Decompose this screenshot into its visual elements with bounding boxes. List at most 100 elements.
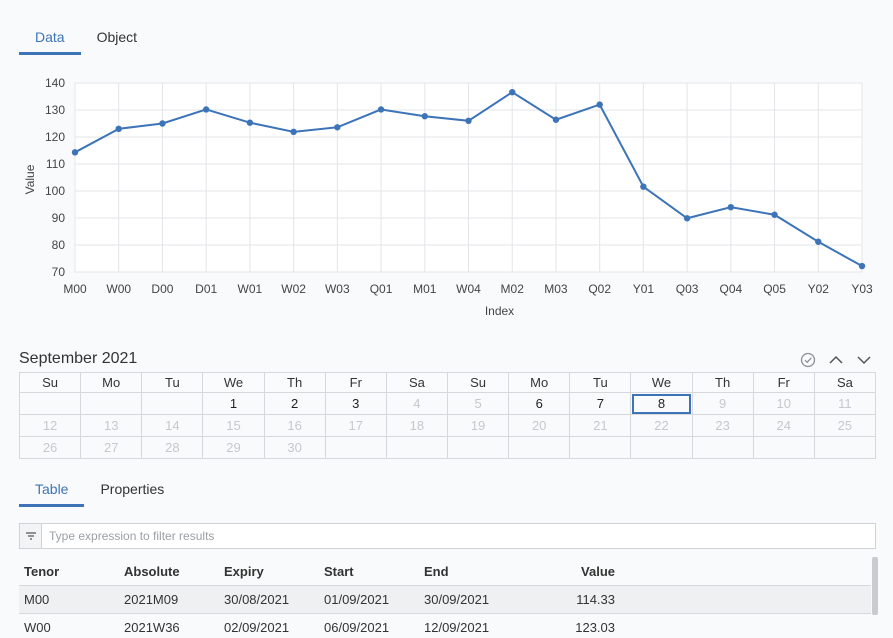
tab-table[interactable]: Table	[19, 479, 85, 507]
table-cell: 2021M09	[119, 585, 219, 614]
calendar-day: 13	[80, 414, 143, 437]
data-point	[640, 183, 647, 190]
x-tick-label: Q03	[676, 282, 699, 296]
calendar-day: 14	[141, 414, 204, 437]
calendar-day[interactable]: 2	[263, 392, 326, 415]
data-point	[771, 211, 778, 218]
x-tick-label: M00	[63, 282, 87, 296]
weekday-header: Mo	[80, 372, 143, 393]
calendar-day[interactable]: 8	[630, 392, 693, 415]
results-table: Tenor Absolute Expiry Start End Value M00 2021…	[19, 558, 871, 638]
column-header[interactable]: Absolute	[119, 558, 219, 586]
calendar-empty-cell	[446, 436, 510, 459]
calendar-day: 20	[508, 414, 571, 437]
calendar-week-row: 26 27 28 29 30	[18, 436, 877, 459]
data-point	[202, 106, 210, 113]
calendar-day[interactable]: 3	[324, 392, 387, 415]
tab-data[interactable]: Data	[19, 27, 81, 55]
calendar-day: 19	[446, 414, 510, 437]
column-header[interactable]: Start	[319, 558, 419, 586]
calendar-empty-cell	[508, 436, 571, 459]
tab-object[interactable]: Object	[81, 27, 153, 55]
data-point	[552, 116, 560, 123]
calendar-empty-cell	[630, 436, 693, 459]
chevron-down-icon[interactable]	[855, 351, 873, 369]
data-point	[115, 125, 122, 133]
filter-icon[interactable]	[20, 524, 42, 548]
weekday-header: Tu	[141, 372, 204, 393]
calendar-empty-cell	[18, 392, 82, 415]
calendar-grid: Su Mo Tu We Th Fr Sa Su Mo Tu We Th Fr Sa 1 2 3 4 5 6 7 8 9 10…	[18, 372, 877, 459]
weekday-header: Mo	[508, 372, 571, 393]
calendar-empty-cell	[141, 392, 204, 415]
calendar-day: 21	[569, 414, 632, 437]
table-row[interactable]: W00 2021W36 02/09/2021 06/09/2021 12/09/2021…	[19, 613, 871, 638]
x-tick-label: Y03	[851, 282, 873, 296]
calendar-week-row: 12 13 14 15 16 17 18 19 20 21 22 23 24 25	[18, 414, 877, 437]
y-tick-label: 90	[52, 211, 66, 225]
data-point	[596, 101, 603, 108]
table-scrollbar[interactable]	[872, 557, 878, 615]
calendar-day[interactable]: 6	[508, 392, 571, 415]
data-point	[509, 88, 516, 96]
x-tick-label: M02	[501, 282, 525, 296]
top-tab-bar: Data Object	[19, 27, 153, 55]
y-axis-title: Value	[23, 164, 37, 194]
data-point	[246, 119, 254, 126]
line-chart: 70 80 90 100 110 120 130 140 M00 W00 D00 D01 W01 W02 W…	[23, 76, 873, 318]
weekday-header: Tu	[569, 372, 632, 393]
table-cell: 02/09/2021	[219, 613, 319, 638]
table-cell: 30/08/2021	[219, 585, 319, 614]
y-tick-label: 110	[46, 157, 65, 171]
x-tick-label: W04	[456, 282, 481, 296]
table-cell: 114.33	[529, 585, 615, 614]
x-tick-label: Y01	[633, 282, 655, 296]
y-tick-label: 140	[45, 76, 65, 90]
calendar-day[interactable]: 1	[202, 392, 265, 415]
weekday-header: Sa	[813, 372, 877, 393]
table-cell: 01/09/2021	[319, 585, 419, 614]
y-tick-label: 80	[52, 238, 66, 252]
weekday-header: Th	[691, 372, 754, 393]
data-point	[334, 124, 341, 131]
x-tick-label: Q05	[763, 282, 786, 296]
column-header[interactable]: Tenor	[19, 558, 119, 586]
x-tick-label: W01	[238, 282, 263, 296]
x-tick-label: W00	[106, 282, 131, 296]
calendar-day: 24	[752, 414, 815, 437]
table-row[interactable]: M00 2021M09 30/08/2021 01/09/2021 30/09/2021…	[19, 585, 871, 614]
filter-input[interactable]	[42, 525, 875, 547]
x-tick-label: M03	[544, 282, 568, 296]
calendar-week-row: 1 2 3 4 5 6 7 8 9 10 11	[18, 392, 877, 415]
calendar-day: 12	[18, 414, 82, 437]
table-cell: M00	[19, 585, 119, 614]
calendar-day: 27	[80, 436, 143, 459]
x-tick-label: M01	[413, 282, 437, 296]
table-cell: 2021W36	[119, 613, 219, 638]
data-point	[159, 120, 166, 127]
data-point	[377, 106, 385, 113]
x-tick-label: Q04	[719, 282, 742, 296]
calendar-day: 25	[813, 414, 877, 437]
data-point	[683, 215, 691, 222]
calendar-day[interactable]: 7	[569, 392, 632, 415]
column-header[interactable]: Expiry	[219, 558, 319, 586]
calendar-empty-cell	[80, 392, 143, 415]
column-header[interactable]: Value	[529, 558, 615, 586]
check-circle-icon[interactable]	[799, 351, 817, 369]
tab-properties[interactable]: Properties	[84, 479, 180, 507]
chevron-up-icon[interactable]	[827, 351, 845, 369]
calendar-day: 10	[752, 392, 815, 415]
calendar-empty-cell	[691, 436, 754, 459]
calendar-empty-cell	[324, 436, 387, 459]
calendar-day: 26	[18, 436, 82, 459]
filter-bar	[19, 523, 876, 549]
bottom-tab-bar: Table Properties	[19, 479, 180, 507]
weekday-header: Fr	[324, 372, 387, 393]
y-tick-label: 120	[45, 130, 65, 144]
column-header[interactable]: End	[419, 558, 529, 586]
table-cell: 123.03	[529, 613, 615, 638]
data-point	[815, 238, 822, 245]
x-axis-title: Index	[485, 304, 514, 318]
calendar-day: 18	[385, 414, 448, 437]
